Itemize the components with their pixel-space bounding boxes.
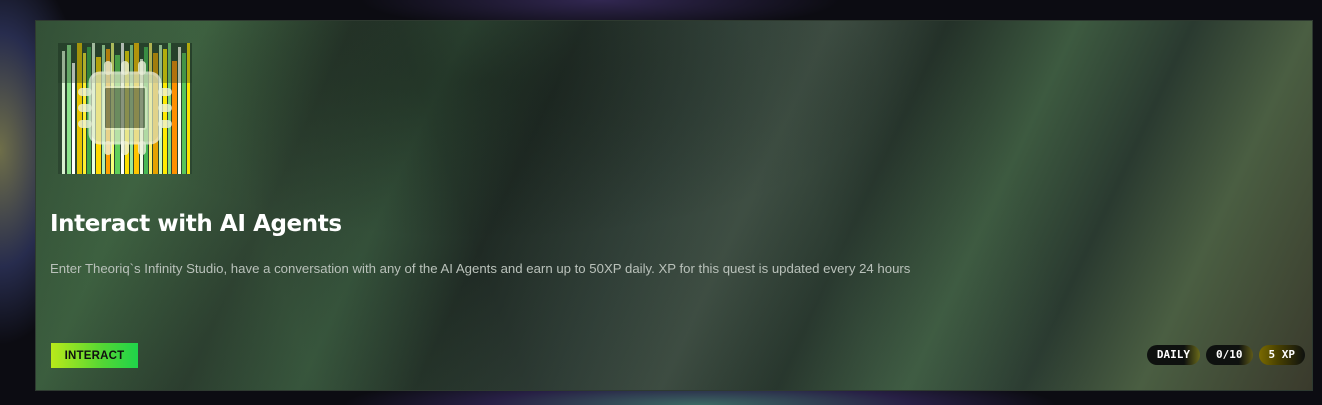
- quest-thumbnail: [58, 43, 192, 174]
- quest-card[interactable]: Interact with AI Agents Enter Theoriq`s …: [35, 20, 1313, 391]
- interact-button[interactable]: INTERACT: [51, 343, 138, 368]
- quest-badges: DAILY 0/10 5 XP: [1146, 345, 1305, 365]
- quest-description: Enter Theoriq`s Infinity Studio, have a …: [50, 261, 911, 276]
- quest-title: Interact with AI Agents: [50, 211, 342, 237]
- progress-badge: 0/10: [1206, 345, 1253, 365]
- xp-reward-badge: 5 XP: [1258, 345, 1305, 365]
- cpu-chip-icon: [58, 43, 192, 174]
- frequency-badge: DAILY: [1146, 345, 1200, 365]
